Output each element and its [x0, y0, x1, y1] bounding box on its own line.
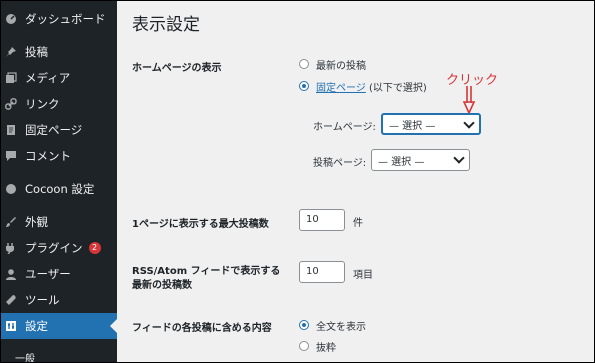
plugin-update-badge: 2 [88, 242, 101, 254]
cocoon-icon [5, 183, 17, 195]
sidebar-item-appearance[interactable]: 外観 [1, 209, 117, 235]
sidebar-item-tools[interactable]: ツール [1, 287, 117, 313]
sidebar-item-label: 設定 [25, 319, 48, 333]
sidebar-item-label: ツール [25, 293, 60, 307]
admin-sidebar: ダッシュボード 投稿 メディア リンク 固定ページ コメント Cocoon 設定… [1, 1, 117, 362]
page-icon [5, 124, 17, 136]
radio-static-page[interactable] [299, 81, 309, 91]
sidebar-item-label: プラグイン [25, 241, 83, 255]
max-posts-unit: 件 [353, 218, 363, 229]
rss-count-unit: 項目 [353, 270, 373, 281]
sidebar-item-settings[interactable]: 設定 [1, 313, 117, 339]
dashboard-icon [5, 13, 17, 25]
radio-latest-posts[interactable] [299, 59, 309, 69]
sidebar-item-plugins[interactable]: プラグイン 2 [1, 235, 117, 261]
static-page-link[interactable]: 固定ページ [316, 83, 366, 94]
plugin-icon [5, 242, 17, 254]
max-posts-label: 1ページに表示する最大投稿数 [132, 219, 269, 230]
settings-icon [5, 320, 17, 332]
media-icon [5, 72, 17, 84]
posts-select-value: — 選択 — [378, 156, 425, 168]
page-title: 表示設定 [132, 15, 200, 35]
sidebar-item-media[interactable]: メディア [1, 65, 117, 91]
sidebar-item-label: ダッシュボード [25, 12, 106, 26]
sidebar-item-comments[interactable]: コメント [1, 143, 117, 169]
radio-latest-posts-label: 最新の投稿 [316, 61, 366, 72]
sidebar-item-dashboard[interactable]: ダッシュボード [1, 6, 117, 32]
max-posts-input[interactable]: 10 [299, 209, 345, 231]
brush-icon [5, 216, 17, 228]
radio-feed-full-text[interactable] [299, 320, 309, 330]
sidebar-item-links[interactable]: リンク [1, 91, 117, 117]
pin-icon [5, 46, 17, 58]
sidebar-item-posts[interactable]: 投稿 [1, 39, 117, 65]
link-icon [5, 98, 17, 110]
chevron-down-icon [463, 117, 475, 129]
homepage-select-label: ホームページ: [313, 122, 376, 133]
rss-count-label-line1: RSS/Atom フィードで表示する [132, 266, 281, 277]
comment-icon [5, 150, 17, 162]
radio-feed-excerpt[interactable] [299, 341, 309, 351]
rss-count-input[interactable]: 10 [299, 261, 345, 283]
sidebar-item-pages[interactable]: 固定ページ [1, 117, 117, 143]
sidebar-item-label: 投稿 [25, 45, 48, 59]
sidebar-item-users[interactable]: ユーザー [1, 261, 117, 287]
static-page-suffix: (以下で選択) [369, 83, 427, 94]
settings-content: 表示設定 ホームページの表示 最新の投稿 固定ページ (以下で選択) クリック … [117, 1, 594, 362]
user-icon [5, 268, 17, 280]
submenu-item-general[interactable]: 一般 [15, 350, 35, 362]
app-window: ダッシュボード 投稿 メディア リンク 固定ページ コメント Cocoon 設定… [0, 0, 595, 363]
posts-page-select[interactable]: — 選択 — [371, 149, 470, 171]
sidebar-item-label: 固定ページ [25, 123, 83, 137]
posts-select-label: 投稿ページ: [313, 158, 367, 169]
annotation-arrow-icon [462, 86, 476, 115]
homepage-select[interactable]: — 選択 — [381, 113, 481, 135]
radio-feed-full-text-label: 全文を表示 [316, 322, 366, 333]
sidebar-item-label: リンク [25, 97, 60, 111]
sidebar-item-label: 外観 [25, 215, 48, 229]
homepage-select-value: — 選択 — [389, 120, 436, 132]
sidebar-item-label: Cocoon 設定 [25, 182, 95, 196]
sidebar-item-cocoon-settings[interactable]: Cocoon 設定 [1, 176, 117, 202]
homepage-display-label: ホームページの表示 [132, 63, 222, 74]
chevron-down-icon [453, 152, 465, 164]
sidebar-item-label: メディア [25, 71, 71, 85]
sidebar-item-label: コメント [25, 149, 71, 163]
tool-icon [5, 294, 17, 306]
radio-feed-excerpt-label: 抜粋 [316, 343, 336, 354]
sidebar-item-label: ユーザー [25, 267, 71, 281]
rss-count-label-line2: 最新の投稿数 [132, 280, 192, 291]
feed-content-label: フィードの各投稿に含める内容 [132, 323, 272, 334]
